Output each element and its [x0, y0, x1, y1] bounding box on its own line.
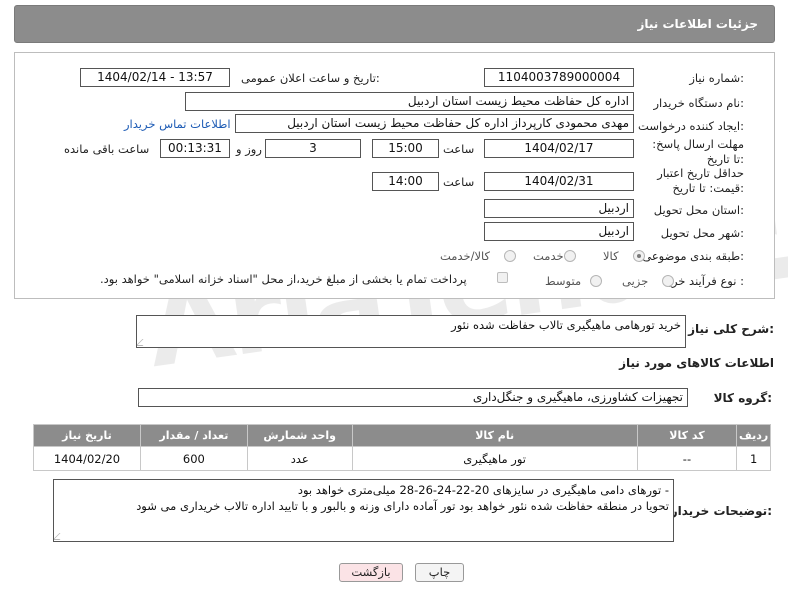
cell-row: 1: [736, 446, 771, 471]
cell-unit: عدد: [246, 446, 353, 471]
col-need-date: تاریخ نیاز: [33, 424, 141, 447]
delivery-province-label: استان محل تحویل:: [653, 203, 744, 217]
need-number-label: شماره نیاز:: [689, 71, 744, 85]
table-header-row: ردیف کد کالا نام کالا واحد شمارش تعداد /…: [33, 424, 771, 447]
category-radio-goods[interactable]: [633, 250, 645, 262]
announce-field[interactable]: 1404/02/14 - 13:57: [80, 68, 230, 87]
creator-label: ایجاد کننده درخواست:: [638, 119, 744, 133]
treasury-payment-checkbox[interactable]: [497, 272, 508, 283]
deadline-time-label: ساعت: [443, 142, 475, 156]
delivery-province-field[interactable]: اردبیل: [484, 199, 634, 218]
goods-group-field[interactable]: تجهیزات کشاورزی، ماهیگیری و جنگل‌داری: [138, 388, 688, 407]
deadline-days-field[interactable]: 3: [265, 139, 361, 158]
category-option-goods: کالا: [603, 249, 619, 263]
process-radio-minor[interactable]: [662, 275, 674, 287]
cell-quantity: 600: [139, 446, 248, 471]
resize-handle[interactable]: [137, 339, 150, 346]
col-quantity: تعداد / مقدار: [139, 424, 248, 447]
col-name: نام کالا: [351, 424, 638, 447]
validity-date-field[interactable]: 1404/02/31: [484, 172, 634, 191]
category-radio-service[interactable]: [564, 250, 576, 262]
category-option-service: خدمت: [533, 249, 564, 263]
deadline-time-field[interactable]: 15:00: [372, 139, 439, 158]
deadline-date-field[interactable]: 1404/02/17: [484, 139, 634, 158]
remaining-time-field[interactable]: 00:13:31: [160, 139, 230, 158]
buyer-notes-line-2: تحویا در منطقه حفاظت شده نئور خواهد بود …: [136, 499, 669, 513]
validity-time-field[interactable]: 14:00: [372, 172, 439, 191]
back-button[interactable]: بازگشت: [339, 563, 403, 582]
validity-time-label: ساعت: [443, 175, 475, 189]
description-label: شرح کلی نیاز:: [688, 322, 774, 336]
delivery-city-label: شهر محل تحویل:: [660, 226, 744, 240]
buyer-notes-line-1: - تورهای دامی ماهیگیری در سایزهای 20-22-…: [297, 483, 669, 497]
buyer-notes-label: توضیحات خریدار:: [670, 504, 772, 518]
description-text: خرید تورهامی ماهیگیری تالاب حفاظت شده نئ…: [451, 318, 681, 332]
resize-handle[interactable]: [54, 533, 67, 540]
need-number-field[interactable]: 1104003789000004: [484, 68, 634, 87]
goods-info-title: اطلاعات کالاهای مورد نیاز: [619, 356, 774, 370]
treasury-payment-note: پرداخت تمام یا بخشی از مبلغ خرید،از محل …: [100, 272, 467, 286]
process-option-minor: جزیی: [622, 274, 649, 288]
cell-need-date: 1404/02/20: [33, 446, 141, 471]
table-row[interactable]: 1 -- تور ماهیگیری عدد 600 1404/02/20: [33, 446, 771, 471]
cell-name: تور ماهیگیری: [351, 446, 638, 471]
process-label: نوع فرآیند خرید :: [662, 274, 744, 288]
buyer-org-label: نام دستگاه خریدار:: [653, 96, 744, 110]
delivery-city-field[interactable]: اردبیل: [484, 222, 634, 241]
deadline-days-label: روز و: [236, 142, 262, 156]
print-button[interactable]: چاپ: [415, 563, 464, 582]
buyer-contact-link[interactable]: اطلاعات تماس خریدار: [124, 117, 231, 131]
col-code: کد کالا: [636, 424, 738, 447]
remaining-time-label: ساعت باقی مانده: [64, 142, 150, 156]
description-field[interactable]: خرید تورهامی ماهیگیری تالاب حفاظت شده نئ…: [136, 315, 686, 348]
deadline-label: مهلت ارسال پاسخ: تا تاریخ:: [652, 137, 744, 166]
validity-label: حداقل تاریخ اعتبار قیمت: تا تاریخ:: [657, 166, 744, 195]
page-header: جزئیات اطلاعات نیاز: [14, 5, 775, 43]
process-radio-medium[interactable]: [590, 275, 602, 287]
announce-label: تاریخ و ساعت اعلان عمومی:: [241, 71, 380, 85]
col-unit: واحد شمارش: [246, 424, 353, 447]
buyer-org-field[interactable]: اداره کل حفاظت محیط زیست استان اردبیل: [185, 92, 634, 111]
col-row: ردیف: [736, 424, 771, 447]
cell-code: --: [636, 446, 738, 471]
goods-group-label: گروه کالا:: [713, 391, 772, 405]
category-radio-goods-service[interactable]: [504, 250, 516, 262]
buyer-notes-field[interactable]: - تورهای دامی ماهیگیری در سایزهای 20-22-…: [53, 479, 674, 542]
page-title: جزئیات اطلاعات نیاز: [637, 17, 758, 31]
category-option-goods-service: کالا/خدمت: [440, 249, 491, 263]
category-label: طبقه بندی موضوعی:: [642, 249, 744, 263]
items-table: ردیف کد کالا نام کالا واحد شمارش تعداد /…: [33, 424, 771, 471]
process-option-medium: متوسط: [545, 274, 582, 288]
creator-field[interactable]: مهدی محمودی کارپرداز اداره کل حفاظت محیط…: [235, 114, 634, 133]
